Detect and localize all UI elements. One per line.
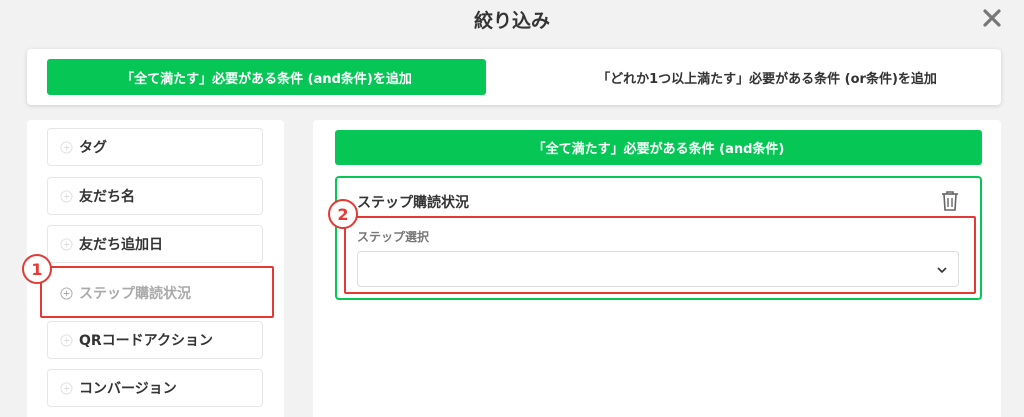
plus-circle-icon: [60, 381, 73, 395]
trash-icon[interactable]: [940, 190, 960, 212]
plus-circle-icon: [60, 140, 73, 154]
condition-item-friend-name[interactable]: 友だち名: [47, 177, 263, 215]
condition-item-qr-code-action[interactable]: QRコードアクション: [47, 321, 263, 359]
tab-add-or-condition[interactable]: 「どれか1つ以上満たす」必要がある条件 (or条件)を追加: [547, 59, 987, 95]
plus-circle-icon: [60, 333, 73, 347]
tab-add-and-condition[interactable]: 「全て満たす」必要がある条件 (and条件)を追加: [47, 59, 486, 95]
condition-type-tabs: 「全て満たす」必要がある条件 (and条件)を追加 「どれか1つ以上満たす」必要…: [27, 49, 1001, 105]
and-condition-header: 「全て満たす」必要がある条件 (and条件): [335, 130, 982, 165]
plus-circle-icon: [60, 237, 73, 251]
condition-item-label: タグ: [79, 140, 107, 156]
condition-item-tag[interactable]: タグ: [47, 128, 263, 166]
condition-card-title: ステップ購読状況: [357, 195, 469, 211]
highlight-box-2: [344, 216, 976, 294]
condition-item-friend-added-date[interactable]: 友だち追加日: [47, 225, 263, 263]
highlight-box-1: [40, 266, 274, 318]
condition-item-label: QRコードアクション: [79, 333, 213, 349]
condition-item-conversion[interactable]: コンバージョン: [47, 369, 263, 407]
dialog-title: 絞り込み: [473, 10, 550, 32]
condition-item-label: コンバージョン: [79, 381, 177, 397]
condition-item-label: 友だち追加日: [79, 237, 163, 253]
plus-circle-icon: [60, 189, 73, 203]
close-button[interactable]: [980, 6, 1004, 30]
close-icon: [983, 9, 1001, 27]
condition-item-label: 友だち名: [79, 189, 135, 205]
annotation-badge-1: 1: [22, 254, 52, 284]
annotation-badge-2: 2: [328, 199, 358, 229]
